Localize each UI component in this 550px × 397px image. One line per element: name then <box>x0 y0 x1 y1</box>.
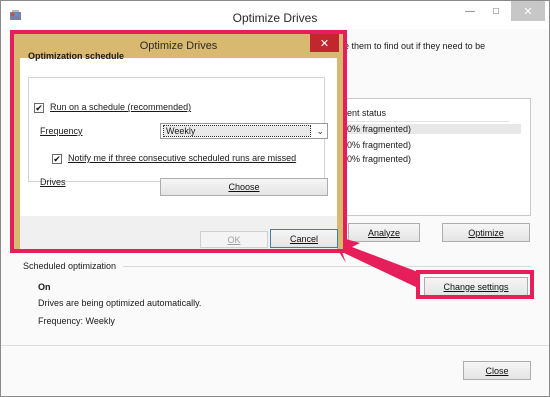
checkmark-icon: ✔ <box>35 103 43 113</box>
drive-row[interactable]: 0% fragmented) <box>343 124 521 134</box>
choose-label: Choose <box>228 182 260 192</box>
intro-text: e them to find out if they need to be <box>344 41 486 51</box>
cancel-label: Cancel <box>289 233 318 244</box>
schedule-state: On <box>38 282 51 292</box>
run-on-schedule-label[interactable]: Run on a schedule (recommended) <box>50 102 191 112</box>
choose-drives-button[interactable]: Choose <box>160 178 328 196</box>
drive-row[interactable]: 0% fragmented) <box>347 140 411 150</box>
close-button[interactable]: Close <box>463 361 531 380</box>
frequency-value: Weekly <box>163 125 311 137</box>
maximize-button[interactable]: □ <box>483 1 509 21</box>
header-divider <box>329 121 509 122</box>
analyze-button[interactable]: Analyze <box>348 223 420 242</box>
drives-list[interactable]: ent status 0% fragmented) 0% fragmented)… <box>328 98 531 216</box>
scheduled-optimization-label: Scheduled optimization <box>23 261 117 271</box>
optimization-schedule-heading: Optimization schedule <box>28 51 125 61</box>
dialog-close-button[interactable]: ✕ <box>310 34 339 52</box>
run-on-schedule-checkbox[interactable]: ✔ <box>34 103 44 113</box>
minimize-icon: — <box>465 5 475 17</box>
checkmark-icon: ✔ <box>53 154 61 164</box>
close-window-button[interactable]: ✕ <box>511 1 545 21</box>
change-settings-highlight <box>416 270 534 299</box>
close-icon: ✕ <box>319 37 330 50</box>
notify-checkbox[interactable]: ✔ <box>52 154 62 164</box>
footer-divider <box>1 345 549 346</box>
frequency-select[interactable]: Weekly ⌄ <box>160 123 328 139</box>
schedule-frequency: Frequency: Weekly <box>38 316 115 326</box>
close-label: Close <box>485 365 509 376</box>
cancel-button[interactable]: Cancel <box>270 229 338 248</box>
settings-dialog: Optimize Drives ✕ Optimization schedule … <box>10 30 347 253</box>
drives-label: Drives <box>40 177 66 187</box>
section-divider <box>123 266 531 267</box>
chevron-down-icon: ⌄ <box>316 126 324 136</box>
maximize-icon: □ <box>492 5 500 17</box>
drive-row[interactable]: 0% fragmented) <box>347 154 411 164</box>
main-titlebar: Optimize Drives — □ ✕ <box>1 1 549 29</box>
schedule-description: Drives are being optimized automatically… <box>38 298 202 308</box>
minimize-button[interactable]: — <box>457 1 483 21</box>
close-icon: ✕ <box>523 5 533 18</box>
frequency-label: Frequency <box>40 126 83 136</box>
notify-label[interactable]: Notify me if three consecutive scheduled… <box>68 153 296 163</box>
optimize-button[interactable]: Optimize <box>442 223 530 242</box>
ok-label: OK <box>227 234 241 245</box>
analyze-label: Analyze <box>367 227 401 238</box>
current-status-column-header[interactable]: ent status <box>347 108 386 118</box>
optimize-label: Optimize <box>468 227 504 238</box>
ok-button[interactable]: OK <box>200 231 268 248</box>
